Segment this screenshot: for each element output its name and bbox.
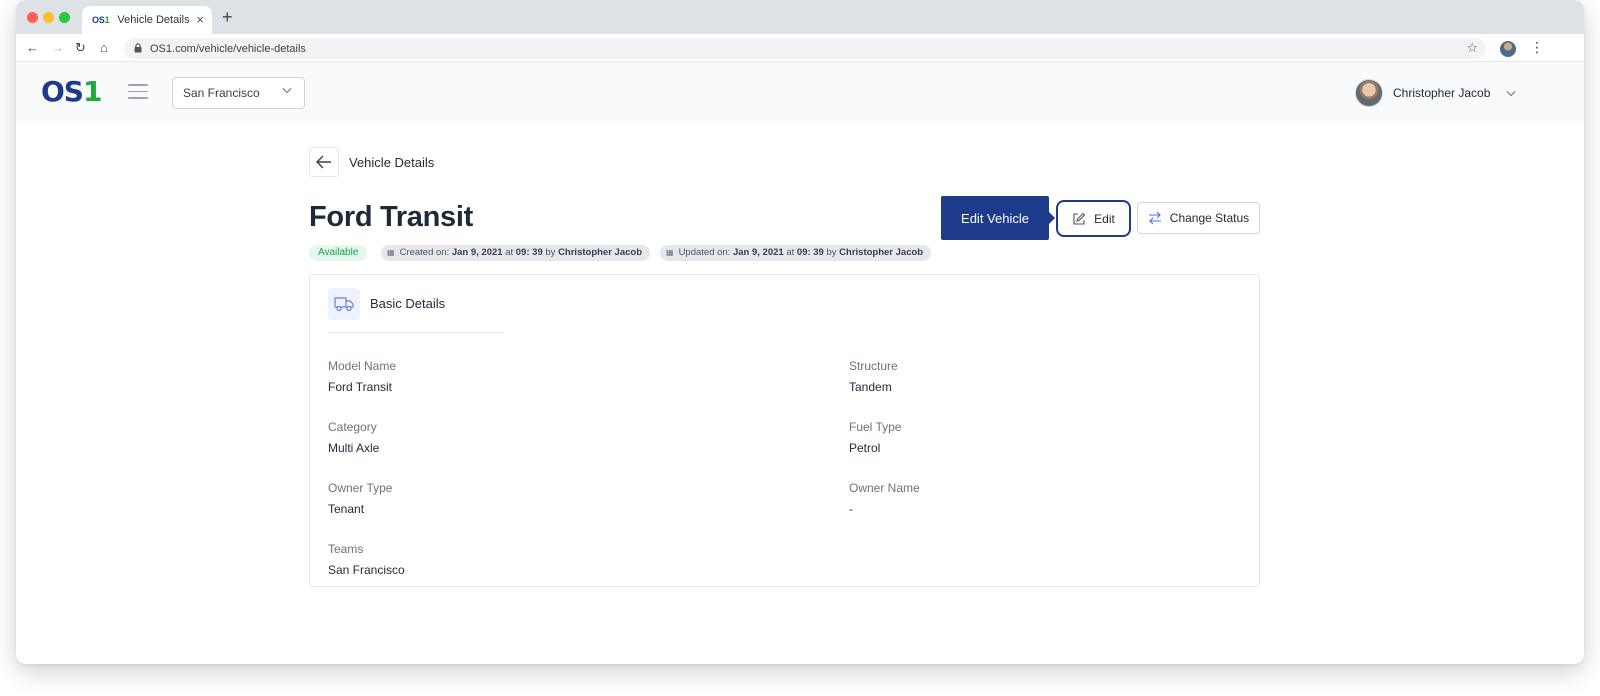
maximize-window-button[interactable] [59, 12, 70, 23]
field-label: Owner Type [328, 481, 393, 495]
url-field[interactable]: OS1.com/vehicle/vehicle-details ☆ [124, 38, 1486, 59]
back-button[interactable] [309, 147, 339, 177]
breadcrumb: Vehicle Details [349, 155, 435, 170]
field-value: Tenant [328, 502, 365, 516]
tab-title: Vehicle Details [117, 14, 190, 26]
os1-logo[interactable]: OS1 [41, 76, 102, 108]
status-badge: Available [309, 245, 368, 261]
page-title: Ford Transit [309, 201, 473, 233]
field-value: Ford Transit [328, 380, 393, 394]
star-icon[interactable]: ☆ [1466, 40, 1478, 56]
app-header: OS1 San Francisco Christopher Jacob [16, 62, 1584, 121]
calendar-icon: ▦ [387, 248, 395, 257]
chevron-down-icon [282, 87, 292, 94]
field-label: Teams [328, 542, 364, 556]
field-owner-type: Owner Type Tenant [328, 481, 392, 516]
edit-vehicle-tooltip: Edit Vehicle [941, 196, 1055, 240]
field-value: - [849, 502, 853, 516]
chevron-down-icon [1506, 90, 1516, 97]
user-menu[interactable]: Christopher Jacob [1355, 78, 1516, 108]
updated-on-chip: ▦ Updated on: Jan 9, 2021 at 09: 39 by C… [660, 245, 932, 261]
swap-arrows-icon [1148, 211, 1161, 225]
address-bar: ← → ↻ ⌂ OS1.com/vehicle/vehicle-details … [16, 34, 1584, 62]
browser-profile-avatar[interactable] [1500, 41, 1516, 57]
hamburger-icon[interactable] [128, 84, 148, 100]
field-label: Fuel Type [849, 420, 902, 434]
pencil-icon [1073, 212, 1086, 225]
truck-icon [328, 288, 360, 320]
field-value: Multi Axle [328, 441, 380, 455]
field-value: San Francisco [328, 563, 405, 577]
change-status-label: Change Status [1169, 211, 1250, 225]
field-label: Structure [849, 359, 898, 373]
card-title: Basic Details [370, 296, 446, 311]
city-select-value: San Francisco [183, 86, 260, 100]
divider [328, 332, 504, 333]
browser-window: OS1 Vehicle Details × + ← → ↻ ⌂ OS1.com/… [16, 0, 1584, 664]
field-structure: Structure Tandem [849, 359, 898, 394]
back-arrow-icon [316, 155, 331, 169]
field-label: Owner Name [849, 481, 920, 495]
field-label: Model Name [328, 359, 397, 373]
tab-bar: OS1 Vehicle Details × + [16, 0, 1584, 34]
new-tab-button[interactable]: + [222, 8, 233, 26]
browser-forward-icon[interactable]: → [51, 40, 64, 56]
basic-details-card: Basic Details Model Name Ford Transit St… [309, 274, 1260, 587]
field-teams: Teams San Francisco [328, 542, 405, 577]
browser-tab[interactable]: OS1 Vehicle Details × [82, 6, 212, 34]
field-owner-name: Owner Name - [849, 481, 920, 516]
change-status-button[interactable]: Change Status [1137, 202, 1260, 234]
url-text: OS1.com/vehicle/vehicle-details [150, 42, 306, 55]
tab-close-icon[interactable]: × [196, 12, 204, 27]
edit-button[interactable]: Edit [1056, 200, 1131, 237]
city-select[interactable]: San Francisco [172, 77, 305, 109]
home-icon[interactable]: ⌂ [100, 40, 108, 56]
field-value: Tandem [849, 380, 892, 394]
edit-button-label: Edit [1094, 211, 1115, 226]
browser-menu-icon[interactable]: ⋮ [1530, 39, 1544, 56]
calendar-icon: ▦ [666, 248, 674, 257]
minimize-window-button[interactable] [43, 12, 54, 23]
close-window-button[interactable] [27, 12, 38, 23]
field-fuel-type: Fuel Type Petrol [849, 420, 901, 455]
reload-icon[interactable]: ↻ [75, 40, 86, 56]
field-label: Category [328, 420, 377, 434]
created-on-chip: ▦ Created on: Jan 9, 2021 at 09: 39 by C… [381, 245, 650, 261]
avatar [1355, 79, 1383, 107]
field-category: Category Multi Axle [328, 420, 379, 455]
field-value: Petrol [849, 441, 881, 455]
user-name: Christopher Jacob [1393, 86, 1491, 100]
favicon-icon: OS1 [92, 15, 110, 25]
field-model-name: Model Name Ford Transit [328, 359, 396, 394]
lock-icon [134, 42, 142, 55]
browser-back-icon[interactable]: ← [26, 40, 39, 56]
